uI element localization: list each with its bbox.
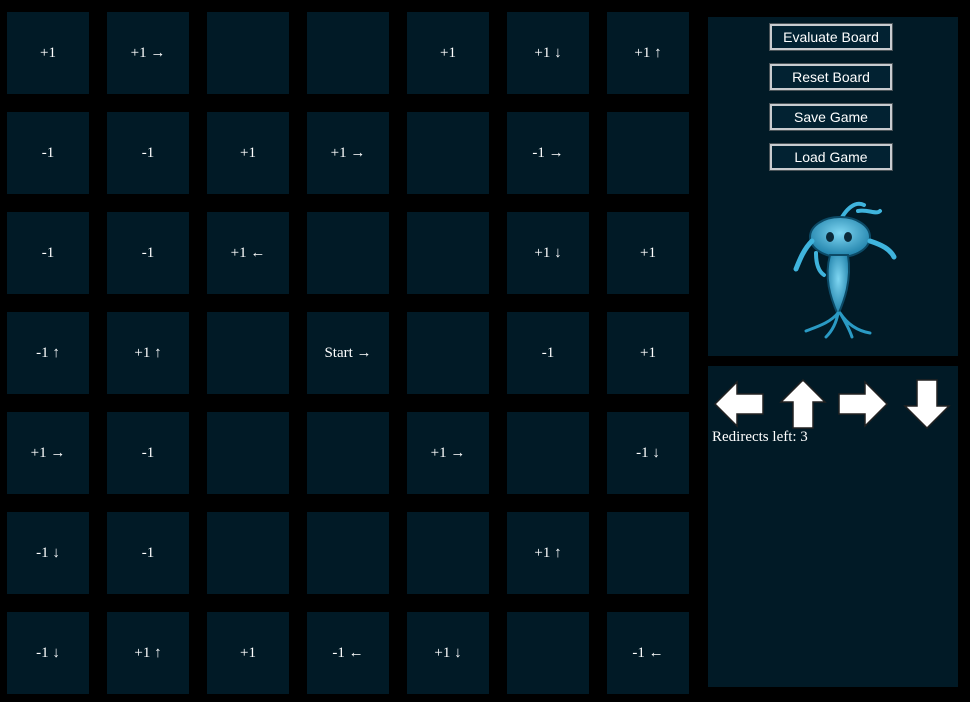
- redirect-panel: Redirects left: 3: [708, 366, 958, 687]
- reset-board-button[interactable]: Reset Board: [769, 63, 893, 91]
- board-cell-r1-c4[interactable]: [307, 12, 389, 94]
- redirects-left-text: Redirects left: 3: [712, 429, 808, 445]
- load-game-button[interactable]: Load Game: [769, 143, 893, 171]
- board-cell-r2-c2[interactable]: -1: [107, 112, 189, 194]
- board-cell-r5-c4[interactable]: [307, 412, 389, 494]
- right-arrow-icon[interactable]: [837, 378, 889, 430]
- board-cell-r1-c3[interactable]: [207, 12, 289, 94]
- board-cell-r5-c1[interactable]: +1 →: [7, 412, 89, 494]
- board-cell-r5-c7[interactable]: -1 ↓: [607, 412, 689, 494]
- board-cell-r6-c1[interactable]: -1 ↓: [7, 512, 89, 594]
- board-cell-r4-c5[interactable]: [407, 312, 489, 394]
- board-cell-r4-c1[interactable]: -1 ↑: [7, 312, 89, 394]
- board-cell-r2-c7[interactable]: [607, 112, 689, 194]
- board-cell-r1-c5[interactable]: +1: [407, 12, 489, 94]
- board-cell-r5-c3[interactable]: [207, 412, 289, 494]
- board-cell-r4-c7[interactable]: +1: [607, 312, 689, 394]
- board-cell-r3-c5[interactable]: [407, 212, 489, 294]
- board-cell-r3-c3[interactable]: +1 ←: [207, 212, 289, 294]
- board-cell-r7-c5[interactable]: +1 ↓: [407, 612, 489, 694]
- board-cell-r7-c6[interactable]: [507, 612, 589, 694]
- board-cell-r6-c7[interactable]: [607, 512, 689, 594]
- board-cell-r7-c1[interactable]: -1 ↓: [7, 612, 89, 694]
- board-cell-r3-c4[interactable]: [307, 212, 389, 294]
- board-cell-r2-c1[interactable]: -1: [7, 112, 89, 194]
- board-cell-r5-c2[interactable]: -1: [107, 412, 189, 494]
- board-cell-r1-c2[interactable]: +1 →: [107, 12, 189, 94]
- evaluate-board-button[interactable]: Evaluate Board: [769, 23, 893, 51]
- down-arrow-icon[interactable]: [901, 378, 953, 430]
- board-cell-r2-c3[interactable]: +1: [207, 112, 289, 194]
- board-cell-r6-c3[interactable]: [207, 512, 289, 594]
- board-cell-r2-c4[interactable]: +1 →: [307, 112, 389, 194]
- board-cell-r5-c5[interactable]: +1 →: [407, 412, 489, 494]
- board-cell-r3-c6[interactable]: +1 ↓: [507, 212, 589, 294]
- board-cell-r7-c4[interactable]: -1 ←: [307, 612, 389, 694]
- left-arrow-icon[interactable]: [713, 378, 765, 430]
- board-cell-r5-c6[interactable]: [507, 412, 589, 494]
- board-cell-r6-c6[interactable]: +1 ↑: [507, 512, 589, 594]
- board-cell-r1-c6[interactable]: +1 ↓: [507, 12, 589, 94]
- board-cell-r7-c3[interactable]: +1: [207, 612, 289, 694]
- save-game-button[interactable]: Save Game: [769, 103, 893, 131]
- board-cell-r4-c4[interactable]: Start →: [307, 312, 389, 394]
- board-cell-r3-c1[interactable]: -1: [7, 212, 89, 294]
- board-cell-r2-c6[interactable]: -1 →: [507, 112, 589, 194]
- board-cell-r4-c2[interactable]: +1 ↑: [107, 312, 189, 394]
- board-cell-r6-c4[interactable]: [307, 512, 389, 594]
- board-cell-r4-c3[interactable]: [207, 312, 289, 394]
- board-cell-r4-c6[interactable]: -1: [507, 312, 589, 394]
- board-cell-r3-c2[interactable]: -1: [107, 212, 189, 294]
- up-arrow-icon[interactable]: [777, 378, 829, 430]
- board-cell-r1-c1[interactable]: +1: [7, 12, 89, 94]
- board-cell-r6-c2[interactable]: -1: [107, 512, 189, 594]
- board-cell-r7-c7[interactable]: -1 ←: [607, 612, 689, 694]
- board-cell-r1-c7[interactable]: +1 ↑: [607, 12, 689, 94]
- board-cell-r7-c2[interactable]: +1 ↑: [107, 612, 189, 694]
- creature-mascot-image: [793, 201, 897, 339]
- board-cell-r6-c5[interactable]: [407, 512, 489, 594]
- board-cell-r3-c7[interactable]: +1: [607, 212, 689, 294]
- game-board: +1 +1 → +1 +1 ↓ +1 ↑ -1 -1 +1 +1 → -1 → -1 -1 +1 ← +1…: [7, 12, 689, 694]
- control-panel: Evaluate Board Reset Board Save Game Loa…: [708, 17, 958, 356]
- board-cell-r2-c5[interactable]: [407, 112, 489, 194]
